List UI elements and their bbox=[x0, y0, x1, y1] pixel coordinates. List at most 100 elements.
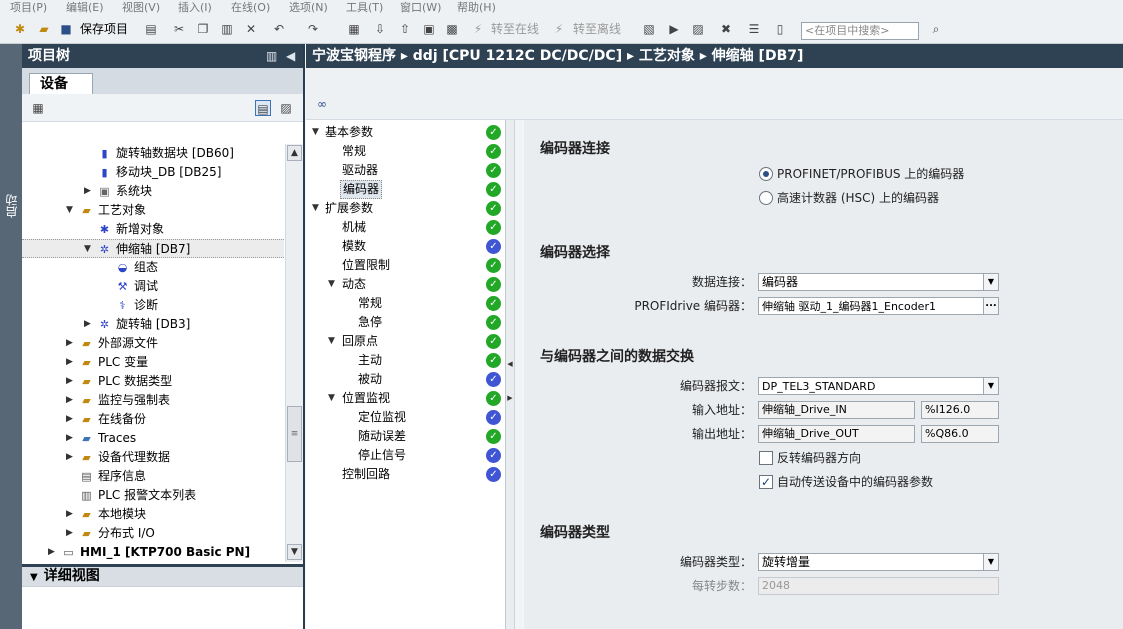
scroll-up-icon[interactable]: ▲ bbox=[287, 145, 302, 161]
redo-icon[interactable]: ↷ bbox=[305, 21, 321, 37]
expand-right-icon[interactable]: ▶ bbox=[506, 392, 514, 404]
nav-dynamics[interactable]: ▼ 动态 ✓ bbox=[306, 275, 506, 294]
tree-item-technology-objects[interactable]: ▼ ▰ 工艺对象 bbox=[22, 201, 284, 220]
breadcrumb-cpu[interactable]: ddj [CPU 1212C DC/DC/DC] bbox=[413, 48, 622, 64]
nav-emergency-stop[interactable]: 急停 ✓ bbox=[306, 313, 506, 332]
tree-item-watch-force-tables[interactable]: ▶ ▰ 监控与强制表 bbox=[22, 391, 284, 410]
project-search-input[interactable]: <在项目中搜索> bbox=[801, 22, 919, 40]
expand-arrow-icon[interactable]: ▶ bbox=[66, 410, 73, 429]
nav-passive-homing[interactable]: 被动 ✓ bbox=[306, 370, 506, 389]
auto-transfer-checkbox[interactable]: ✓ bbox=[759, 475, 773, 489]
breadcrumb-project[interactable]: 宁波宝钢程序 bbox=[312, 48, 396, 64]
go-online-button[interactable]: 转至在线 bbox=[491, 21, 539, 37]
cut-icon[interactable]: ✂ bbox=[171, 21, 187, 37]
collapse-panel-icon[interactable]: ◀ bbox=[286, 44, 295, 68]
invert-direction-checkbox[interactable] bbox=[759, 451, 773, 465]
nav-control-loop[interactable]: 控制回路 ✓ bbox=[306, 465, 506, 484]
tree-item-rotary-axis[interactable]: ▶ ✲ 旋转轴 [DB3] bbox=[22, 315, 284, 334]
start-cpu-icon[interactable]: ▶ bbox=[666, 21, 682, 37]
tree-item-online-backups[interactable]: ▶ ▰ 在线备份 bbox=[22, 410, 284, 429]
tree-item-external-sources[interactable]: ▶ ▰ 外部源文件 bbox=[22, 334, 284, 353]
tab-devices[interactable]: 设备 bbox=[29, 73, 93, 95]
tree-item-plc-tags[interactable]: ▶ ▰ PLC 变量 bbox=[22, 353, 284, 372]
tree-item-distributed-io[interactable]: ▶ ▰ 分布式 I/O bbox=[22, 524, 284, 543]
copy-icon[interactable]: ❐ bbox=[195, 21, 211, 37]
open-project-icon[interactable]: ▰ bbox=[36, 21, 52, 37]
nav-dynamics-general[interactable]: 常规 ✓ bbox=[306, 294, 506, 313]
panel-splitter[interactable]: ◀ ▶ bbox=[506, 120, 514, 629]
tree-item-system-blocks[interactable]: ▶ ▣ 系统块 bbox=[22, 182, 284, 201]
upload-icon[interactable]: ⇧ bbox=[397, 21, 413, 37]
undo-icon[interactable]: ↶ bbox=[271, 21, 287, 37]
dock-icon[interactable]: ▥ bbox=[266, 44, 277, 68]
tree-scrollbar[interactable]: ▲ ≡ ▼ bbox=[285, 144, 303, 562]
expand-arrow-icon[interactable]: ▶ bbox=[66, 505, 73, 524]
encoder-telegram-select[interactable]: DP_TEL3_STANDARD ▼ bbox=[758, 377, 999, 395]
menu-view[interactable]: 视图(V) bbox=[122, 0, 160, 14]
menu-tools[interactable]: 工具(T) bbox=[346, 0, 383, 14]
print-icon[interactable]: ▤ bbox=[143, 21, 159, 37]
scroll-thumb[interactable]: ≡ bbox=[287, 406, 302, 462]
collapse-left-icon[interactable]: ◀ bbox=[506, 358, 514, 370]
tree-item-configuration[interactable]: ◒ 组态 bbox=[22, 258, 284, 277]
split-vertical-icon[interactable]: ▯ bbox=[772, 21, 788, 37]
start-tab[interactable]: 启动 bbox=[3, 194, 20, 218]
menu-edit[interactable]: 编辑(E) bbox=[66, 0, 104, 14]
split-horizontal-icon[interactable]: ☰ bbox=[746, 21, 762, 37]
data-connection-select[interactable]: 编码器 ▼ bbox=[758, 273, 999, 291]
overview-icon[interactable]: ▤ bbox=[255, 100, 271, 116]
collapse-arrow-icon[interactable]: ▼ bbox=[328, 275, 335, 294]
tree-item-traces[interactable]: ▶ ▰ Traces bbox=[22, 429, 284, 448]
tree-item-hmi[interactable]: ▶ ▭ HMI_1 [KTP700 Basic PN] bbox=[22, 543, 284, 562]
radio-hsc-encoder[interactable] bbox=[759, 191, 773, 205]
chevron-down-icon[interactable]: ▼ bbox=[983, 554, 998, 570]
menu-project[interactable]: 项目(P) bbox=[10, 0, 47, 14]
save-project-button[interactable]: 保存项目 bbox=[80, 21, 128, 37]
nav-position-limits[interactable]: 位置限制 ✓ bbox=[306, 256, 506, 275]
stop-cpu-icon[interactable]: ▨ bbox=[690, 21, 706, 37]
menu-window[interactable]: 窗口(W) bbox=[400, 0, 441, 14]
simulation-icon[interactable]: ▣ bbox=[421, 21, 437, 37]
nav-basic-params[interactable]: ▼ 基本参数 ✓ bbox=[306, 123, 506, 142]
cross-ref-icon[interactable]: ✖ bbox=[718, 21, 734, 37]
glasses-icon[interactable]: ∞ bbox=[314, 96, 330, 112]
add-device-icon[interactable]: ▦ bbox=[30, 100, 46, 116]
new-project-icon[interactable]: ✱ bbox=[12, 21, 28, 37]
expand-arrow-icon[interactable]: ▶ bbox=[66, 334, 73, 353]
tree-item-plc-data-types[interactable]: ▶ ▰ PLC 数据类型 bbox=[22, 372, 284, 391]
nav-homing[interactable]: ▼ 回原点 ✓ bbox=[306, 332, 506, 351]
collapse-arrow-icon[interactable]: ▼ bbox=[66, 201, 73, 220]
tree-item-diagnostics[interactable]: ⚕ 诊断 bbox=[22, 296, 284, 315]
detail-view-header[interactable]: ▼ 详细视图 bbox=[22, 564, 303, 586]
tree-item-alarm-text-lists[interactable]: ▥ PLC 报警文本列表 bbox=[22, 486, 284, 505]
go-offline-icon[interactable]: ⚡ bbox=[551, 21, 567, 37]
nav-standstill-signal[interactable]: 停止信号 ✓ bbox=[306, 446, 506, 465]
breadcrumb-tech-objects[interactable]: 工艺对象 bbox=[639, 48, 695, 64]
tree-item-telescopic-axis[interactable]: ▼ ✲ 伸缩轴 [DB7] bbox=[22, 239, 284, 258]
paste-icon[interactable]: ▥ bbox=[219, 21, 235, 37]
tree-item-local-modules[interactable]: ▶ ▰ 本地模块 bbox=[22, 505, 284, 524]
nav-general[interactable]: 常规 ✓ bbox=[306, 142, 506, 161]
menu-online[interactable]: 在线(O) bbox=[231, 0, 270, 14]
expand-arrow-icon[interactable]: ▶ bbox=[84, 182, 91, 201]
nav-mechanics[interactable]: 机械 ✓ bbox=[306, 218, 506, 237]
chevron-down-icon[interactable]: ▼ bbox=[983, 378, 998, 394]
radio-profinet-encoder[interactable] bbox=[759, 167, 773, 181]
tree-item-device-proxy[interactable]: ▶ ▰ 设备代理数据 bbox=[22, 448, 284, 467]
encoder-type-select[interactable]: 旋转增量 ▼ bbox=[758, 553, 999, 571]
expand-arrow-icon[interactable]: ▶ bbox=[66, 353, 73, 372]
nav-active-homing[interactable]: 主动 ✓ bbox=[306, 351, 506, 370]
chevron-down-icon[interactable]: ▼ bbox=[983, 274, 998, 290]
collapse-arrow-icon[interactable]: ▼ bbox=[312, 123, 319, 142]
menu-options[interactable]: 选项(N) bbox=[289, 0, 328, 14]
collapse-arrow-icon[interactable]: ▼ bbox=[328, 389, 335, 408]
start-sim-icon[interactable]: ▩ bbox=[444, 21, 460, 37]
tree-item-add-object[interactable]: ✱ 新增对象 bbox=[22, 220, 284, 239]
delete-icon[interactable]: ✕ bbox=[243, 21, 259, 37]
download-icon[interactable]: ⇩ bbox=[372, 21, 388, 37]
expand-arrow-icon[interactable]: ▶ bbox=[66, 391, 73, 410]
menu-insert[interactable]: 插入(I) bbox=[178, 0, 212, 14]
expand-arrow-icon[interactable]: ▶ bbox=[66, 448, 73, 467]
collapse-arrow-icon[interactable]: ▼ bbox=[84, 240, 91, 259]
tree-item-program-info[interactable]: ▤ 程序信息 bbox=[22, 467, 284, 486]
